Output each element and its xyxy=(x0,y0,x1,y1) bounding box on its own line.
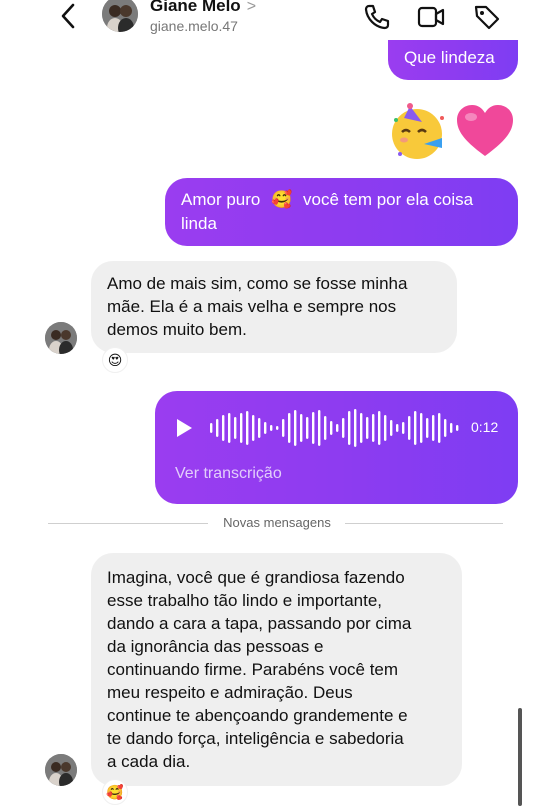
waveform-bar xyxy=(384,415,387,441)
waveform-bar xyxy=(282,419,285,437)
waveform-bar xyxy=(312,412,315,444)
avatar[interactable] xyxy=(45,754,77,786)
reaction-badge[interactable]: 🥰 xyxy=(102,779,128,805)
phone-icon[interactable] xyxy=(362,2,392,32)
outgoing-message[interactable]: Amor puro 🥰 você tem por ela coisa linda xyxy=(165,178,518,246)
message-line: da ignorância das pessoas e xyxy=(107,637,324,656)
waveform-bar xyxy=(324,416,327,440)
outgoing-message[interactable]: Que lindeza xyxy=(388,40,518,80)
waveform-bar xyxy=(318,410,321,446)
waveform-bar xyxy=(246,411,249,445)
voice-message[interactable]: 0:12 Ver transcrição xyxy=(155,391,518,504)
avatar[interactable] xyxy=(102,0,138,32)
waveform-bar xyxy=(360,413,363,443)
waveform-bar xyxy=(300,414,303,442)
message-line: a cada dia. xyxy=(107,752,191,771)
waveform-bar xyxy=(270,425,273,431)
divider-line xyxy=(345,523,503,524)
scrollbar[interactable] xyxy=(518,708,522,806)
text-part: Amor puro xyxy=(181,190,261,209)
incoming-message[interactable]: Imagina, você que é grandiosa fazendo es… xyxy=(91,553,462,786)
waveform-bar xyxy=(342,418,345,438)
play-icon[interactable] xyxy=(175,418,193,438)
waveform-bar xyxy=(294,410,297,446)
message-line: continuando firme. Parabéns você tem xyxy=(107,660,399,679)
waveform-bar xyxy=(210,423,213,433)
message-line: continue te abençoando grandemente e xyxy=(107,706,408,725)
message-text: Que lindeza xyxy=(404,48,495,67)
message-line: demos muito bem. xyxy=(107,320,247,339)
message-line: Amo de mais sim, como se fosse minha xyxy=(107,274,408,293)
waveform-bar xyxy=(402,422,405,434)
message-line: mãe. Ela é a mais velha e sempre nos xyxy=(107,297,397,316)
waveform-bar xyxy=(348,411,351,445)
waveform-bar xyxy=(234,417,237,439)
waveform-bar xyxy=(240,413,243,443)
waveform-bar xyxy=(216,419,219,437)
waveform-bar xyxy=(396,424,399,432)
contact-name[interactable]: Giane Melo > xyxy=(150,0,256,16)
message-text: Imagina, você que é grandiosa fazendo es… xyxy=(107,566,411,773)
pink-heart-emoji[interactable] xyxy=(454,100,516,162)
party-face-emoji[interactable] xyxy=(388,100,450,162)
message-line: esse trabalho tão lindo e importante, xyxy=(107,591,383,610)
reaction-badge[interactable]: 😍 xyxy=(102,347,128,373)
waveform-bar xyxy=(336,424,339,432)
divider-line xyxy=(48,523,208,524)
waveform-bar xyxy=(228,413,231,443)
video-camera-icon[interactable] xyxy=(416,2,446,32)
waveform-bar xyxy=(408,416,411,440)
waveform-bar xyxy=(420,413,423,443)
waveform-bar xyxy=(252,415,255,441)
waveform-bar xyxy=(456,425,459,431)
waveform-bar xyxy=(366,417,369,439)
message-line: dando a cara a tapa, passando por cima xyxy=(107,614,412,633)
waveform-bar xyxy=(354,409,357,447)
waveform-bar xyxy=(258,418,261,438)
waveform-bar xyxy=(432,415,435,441)
new-messages-divider: Novas mensagens xyxy=(223,515,331,530)
text-part: linda xyxy=(181,214,217,233)
waveform-bar xyxy=(426,418,429,438)
message-line: te dando força, inteligência e sabedoria xyxy=(107,729,404,748)
avatar[interactable] xyxy=(45,322,77,354)
message-text: Amor puro 🥰 você tem por ela coisa linda xyxy=(181,188,511,236)
waveform-bar xyxy=(306,417,309,439)
waveform-bar xyxy=(378,411,381,445)
waveform-bar xyxy=(414,411,417,445)
smiling-hearts-emoji: 🥰 xyxy=(271,190,293,209)
voice-duration: 0:12 xyxy=(471,419,499,435)
chevron-right-icon: > xyxy=(246,0,257,15)
contact-name-text: Giane Melo xyxy=(150,0,241,15)
waveform-bar xyxy=(330,421,333,435)
message-line: Imagina, você que é grandiosa fazendo xyxy=(107,568,405,587)
incoming-message[interactable]: Amo de mais sim, como se fosse minha mãe… xyxy=(91,261,457,353)
back-chevron-icon[interactable] xyxy=(58,2,80,30)
waveform-bar xyxy=(438,413,441,443)
message-line: meu respeito e admiração. Deus xyxy=(107,683,353,702)
message-text: Amo de mais sim, como se fosse minha mãe… xyxy=(107,272,407,341)
waveform-bar xyxy=(264,422,267,434)
waveform-bar xyxy=(390,420,393,436)
tag-icon[interactable] xyxy=(472,2,502,32)
waveform-bar xyxy=(288,413,291,443)
waveform-bar xyxy=(444,419,447,437)
waveform[interactable] xyxy=(210,404,460,452)
view-transcript-link[interactable]: Ver transcrição xyxy=(175,465,282,483)
contact-handle: giane.melo.47 xyxy=(150,18,238,34)
text-part: você tem por ela coisa xyxy=(303,190,474,209)
waveform-bar xyxy=(222,415,225,441)
waveform-bar xyxy=(372,414,375,442)
waveform-bar xyxy=(276,426,279,430)
waveform-bar xyxy=(450,423,453,433)
